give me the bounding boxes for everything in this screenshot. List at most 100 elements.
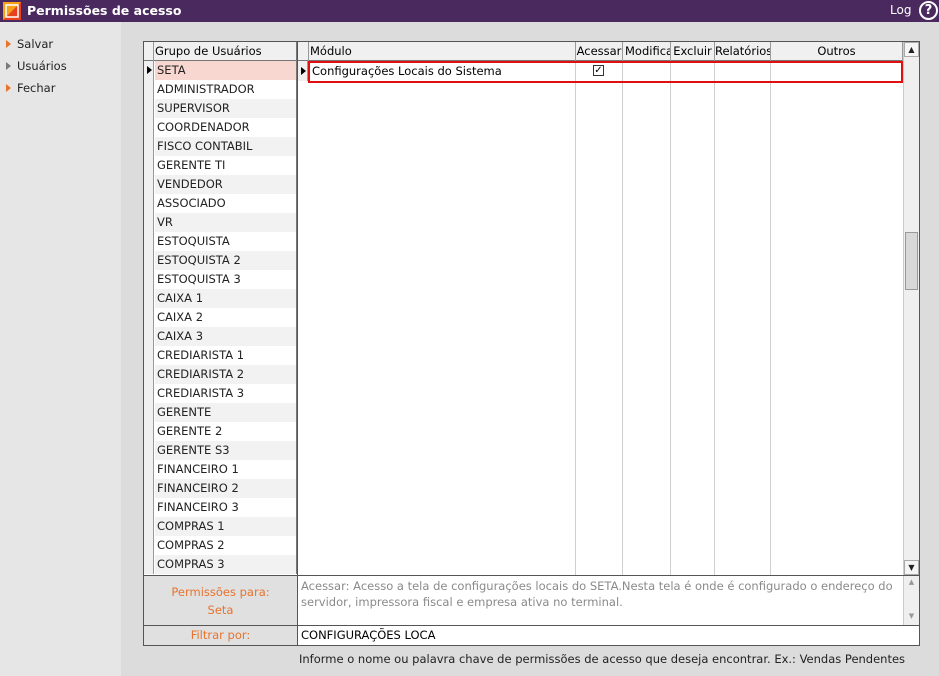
group-row[interactable]: CAIXA 1 [144,289,306,308]
group-row[interactable]: ESTOQUISTA 3 [144,270,306,289]
row-indicator [144,460,154,479]
group-name: CREDIARISTA 2 [155,365,296,384]
row-indicator [144,365,154,384]
row-indicator [144,270,154,289]
sidebar-item-fechar[interactable]: Fechar [6,80,55,96]
description-scrollbar[interactable]: ▲ ▼ [903,576,919,625]
group-name: FINANCEIRO 1 [155,460,296,479]
row-indicator [144,555,154,574]
group-row[interactable]: VENDEDOR [144,175,306,194]
group-row[interactable]: CAIXA 2 [144,308,306,327]
group-row[interactable]: ADMINISTRADOR [144,80,306,99]
row-indicator [144,232,154,251]
row-indicator [144,251,154,270]
group-row[interactable]: FINANCEIRO 2 [144,479,306,498]
group-row[interactable]: FINANCEIRO 1 [144,460,306,479]
row-indicator [144,175,154,194]
group-name: ESTOQUISTA 3 [155,270,296,289]
user-groups-grid: Grupo de Usuários SETA ADMINISTRADOR SUPER… [143,41,307,576]
group-name: ESTOQUISTA [155,232,296,251]
group-row[interactable]: CAIXA 3 [144,327,306,346]
help-icon[interactable]: ? [919,1,938,20]
group-name: CREDIARISTA 1 [155,346,296,365]
col-header-reports[interactable]: Relatórios [715,42,771,61]
group-name: CAIXA 3 [155,327,296,346]
permission-description: Acessar: Acesso a tela de configurações … [297,576,920,626]
group-name: GERENTE TI [155,156,296,175]
app-logo-icon [3,2,21,20]
row-indicator [144,289,154,308]
col-header-delete[interactable]: Excluir [671,42,715,61]
arrow-right-icon [6,84,11,92]
permission-description-text: Acessar: Acesso a tela de configurações … [301,579,893,609]
group-name: FINANCEIRO 2 [155,479,296,498]
group-row[interactable]: SUPERVISOR [144,99,306,118]
group-row[interactable]: SETA [144,61,306,80]
group-name: COMPRAS 3 [155,555,296,574]
group-row[interactable]: ASSOCIADO [144,194,306,213]
group-row[interactable]: COORDENADOR [144,118,306,137]
permissions-for-panel: Permissões para: Seta [143,576,298,626]
group-row[interactable]: ESTOQUISTA 2 [144,251,306,270]
modules-header: Módulo Acessar Modifica Excluir Relatóri… [298,42,919,61]
log-link[interactable]: Log [890,3,911,17]
row-selector-icon [144,61,154,80]
groups-header: Grupo de Usuários [144,42,306,61]
group-row[interactable]: GERENTE S3 [144,441,306,460]
scroll-down-icon[interactable]: ▼ [904,560,919,575]
row-indicator [144,213,154,232]
group-row[interactable]: FISCO CONTABIL [144,137,306,156]
group-row[interactable]: FINANCEIRO 3 [144,498,306,517]
scroll-thumb[interactable] [905,232,918,290]
col-header-modify[interactable]: Modifica [623,42,671,61]
row-indicator [144,403,154,422]
group-row[interactable]: GERENTE [144,403,306,422]
col-header-others[interactable]: Outros [771,42,903,61]
group-name: SUPERVISOR [155,99,296,118]
group-row[interactable]: COMPRAS 1 [144,517,306,536]
group-row[interactable]: COMPRAS 3 [144,555,306,574]
group-name: VENDEDOR [155,175,296,194]
scroll-down-icon[interactable]: ▼ [904,610,919,624]
scroll-up-icon[interactable]: ▲ [904,42,919,57]
row-indicator [144,99,154,118]
row-indicator [144,498,154,517]
row-indicator [144,137,154,156]
group-row[interactable]: GERENTE TI [144,156,306,175]
arrow-right-icon [6,40,11,48]
group-row[interactable]: COMPRAS 2 [144,536,306,555]
col-header-module[interactable]: Módulo [309,42,576,61]
group-row[interactable]: GERENTE 2 [144,422,306,441]
sidebar-item-salvar[interactable]: Salvar [6,36,53,52]
group-name: COMPRAS 2 [155,536,296,555]
group-row[interactable]: VR [144,213,306,232]
sidebar-item-usuarios[interactable]: Usuários [6,58,67,74]
group-name: COORDENADOR [155,118,296,137]
sidebar-item-label: Fechar [17,81,56,95]
group-name: COMPRAS 1 [155,517,296,536]
sidebar: Salvar Usuários Fechar [0,22,121,676]
group-name: ADMINISTRADOR [155,80,296,99]
groups-column-header[interactable]: Grupo de Usuários [155,44,262,58]
row-selector-icon [298,61,308,81]
filter-input[interactable]: CONFIGURAÇÕES LOCA [297,626,920,646]
sidebar-item-label: Usuários [17,59,67,73]
group-row[interactable]: CREDIARISTA 2 [144,365,306,384]
arrow-right-icon [6,62,11,70]
row-indicator [144,308,154,327]
group-row[interactable]: ESTOQUISTA [144,232,306,251]
group-row[interactable]: CREDIARISTA 1 [144,346,306,365]
group-name: SETA [155,61,296,80]
modules-scrollbar[interactable]: ▲ ▼ [903,42,919,575]
group-name: CREDIARISTA 3 [155,384,296,403]
col-header-access[interactable]: Acessar [576,42,623,61]
row-indicator [144,327,154,346]
group-row[interactable]: CREDIARISTA 3 [144,384,306,403]
scroll-up-icon[interactable]: ▲ [904,576,919,590]
permissions-for-label: Permissões para: [171,585,270,599]
group-name: VR [155,213,296,232]
group-name: CAIXA 2 [155,308,296,327]
row-indicator [144,536,154,555]
module-row[interactable]: Configurações Locais do Sistema ✓ [298,61,903,83]
group-name: GERENTE 2 [155,422,296,441]
